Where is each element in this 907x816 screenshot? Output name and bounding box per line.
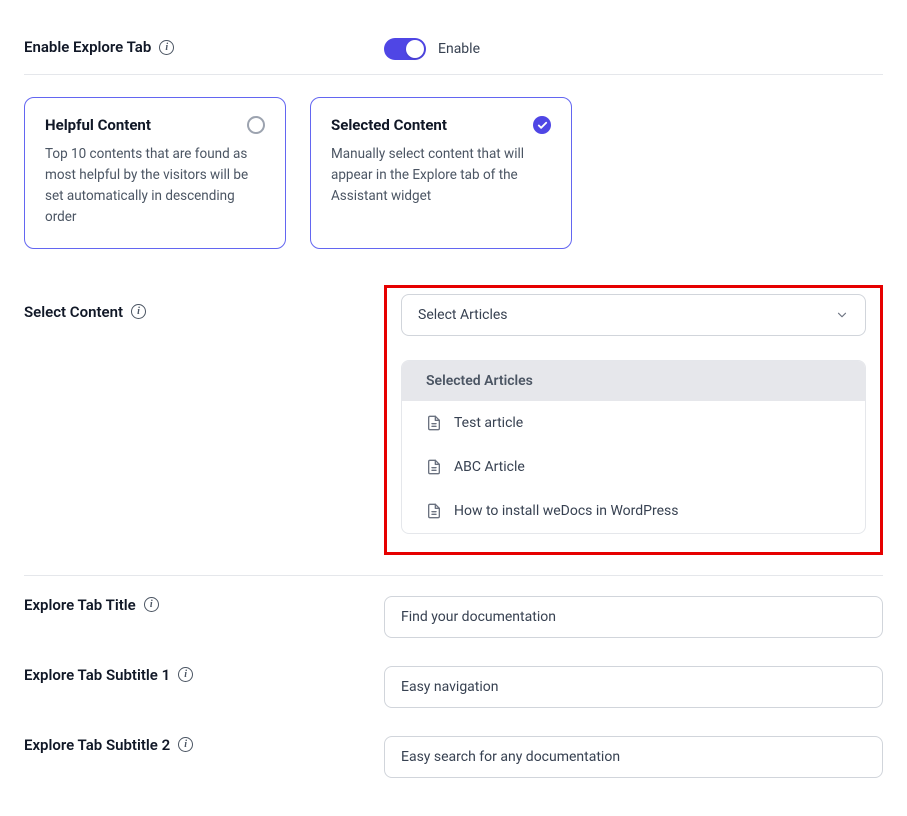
info-icon[interactable]: i: [144, 597, 159, 612]
helpful-content-desc: Top 10 contents that are found as most h…: [45, 144, 265, 228]
enable-explore-tab-label: Enable Explore Tab: [24, 38, 151, 56]
select-content-label-col: Select Content i: [24, 285, 384, 321]
explore-tab-subtitle2-input[interactable]: [384, 736, 883, 778]
document-icon: [426, 415, 442, 431]
select-articles-dropdown[interactable]: Select Articles: [401, 294, 866, 336]
explore-tab-subtitle1-label: Explore Tab Subtitle 1: [24, 666, 170, 684]
content-type-cards: Helpful Content Top 10 contents that are…: [24, 75, 883, 271]
selected-articles-box: Selected Articles Test article ABC Artic…: [401, 360, 866, 534]
enable-explore-tab-toggle[interactable]: [384, 38, 426, 60]
selected-articles-header: Selected Articles: [402, 361, 865, 401]
explore-tab-title-label-col: Explore Tab Title i: [24, 596, 384, 614]
explore-tab-title-label: Explore Tab Title: [24, 596, 136, 614]
explore-tab-subtitle1-row: Explore Tab Subtitle 1 i: [24, 652, 883, 722]
explore-tab-subtitle2-label: Explore Tab Subtitle 2: [24, 736, 170, 754]
info-icon[interactable]: i: [159, 40, 174, 55]
enable-explore-tab-label-col: Enable Explore Tab i: [24, 38, 384, 56]
explore-tab-subtitle1-field: [384, 666, 883, 708]
radio-checked-icon: [533, 116, 551, 134]
explore-tab-subtitle1-input[interactable]: [384, 666, 883, 708]
helpful-content-header: Helpful Content: [45, 116, 265, 134]
select-content-label: Select Content: [24, 303, 123, 321]
document-icon: [426, 459, 442, 475]
info-icon[interactable]: i: [178, 737, 193, 752]
select-content-row: Select Content i Select Articles Selecte…: [24, 271, 883, 569]
selected-content-header: Selected Content: [331, 116, 551, 134]
selected-article-item[interactable]: Test article: [402, 401, 865, 445]
info-icon[interactable]: i: [131, 304, 146, 319]
explore-tab-title-field: [384, 596, 883, 638]
helpful-content-title: Helpful Content: [45, 116, 151, 134]
info-icon[interactable]: i: [178, 667, 193, 682]
explore-tab-subtitle2-field: [384, 736, 883, 778]
selected-content-desc: Manually select content that will appear…: [331, 144, 551, 207]
selected-article-text: How to install weDocs in WordPress: [454, 503, 678, 519]
selected-content-title: Selected Content: [331, 116, 447, 134]
selected-article-text: ABC Article: [454, 459, 525, 475]
divider: [24, 575, 883, 576]
enable-explore-tab-field: Enable: [384, 38, 883, 60]
enable-explore-tab-row: Enable Explore Tab i Enable: [24, 24, 883, 75]
selected-article-text: Test article: [454, 415, 523, 431]
explore-tab-title-row: Explore Tab Title i: [24, 582, 883, 652]
select-content-highlight: Select Articles Selected Articles Test a…: [384, 285, 883, 555]
selected-content-card[interactable]: Selected Content Manually select content…: [310, 97, 572, 249]
helpful-content-card[interactable]: Helpful Content Top 10 contents that are…: [24, 97, 286, 249]
select-articles-placeholder: Select Articles: [418, 307, 508, 323]
enable-explore-tab-toggle-label: Enable: [438, 41, 480, 57]
explore-tab-subtitle2-row: Explore Tab Subtitle 2 i: [24, 722, 883, 792]
explore-tab-subtitle1-label-col: Explore Tab Subtitle 1 i: [24, 666, 384, 684]
explore-tab-title-input[interactable]: [384, 596, 883, 638]
radio-unchecked-icon: [247, 116, 265, 134]
selected-article-item[interactable]: How to install weDocs in WordPress: [402, 489, 865, 533]
selected-article-item[interactable]: ABC Article: [402, 445, 865, 489]
explore-tab-subtitle2-label-col: Explore Tab Subtitle 2 i: [24, 736, 384, 754]
chevron-down-icon: [835, 308, 849, 322]
document-icon: [426, 503, 442, 519]
